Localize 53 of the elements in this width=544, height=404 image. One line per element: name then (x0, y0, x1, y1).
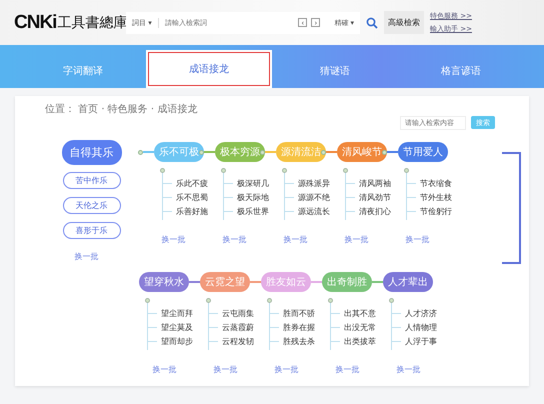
refresh-link[interactable]: 换一批 (344, 234, 368, 245)
idiom-node[interactable]: 人才辈出 (383, 272, 433, 292)
refresh-link[interactable]: 换一批 (214, 364, 238, 375)
idiom-item[interactable]: 人情物理 (405, 322, 437, 332)
idiom-item[interactable]: 人浮于事 (405, 336, 437, 346)
refresh-link[interactable]: 换一批 (222, 234, 246, 245)
idiom-item[interactable]: 出其不意 (344, 308, 376, 318)
idiom-item[interactable]: 望而却步 (161, 336, 193, 346)
idiom-item[interactable]: 胜券在握 (283, 322, 315, 332)
refresh-link[interactable]: 换一批 (396, 364, 420, 375)
idiom-node[interactable]: 节用爱人 (398, 142, 448, 162)
idiom-option[interactable]: 苦中作乐 (62, 172, 120, 189)
idiom-item[interactable]: 乐善好施 (176, 206, 208, 216)
refresh-link[interactable]: 换一批 (406, 234, 430, 245)
idiom-item[interactable]: 胜残去杀 (283, 336, 315, 346)
idiom-item[interactable]: 人才济济 (405, 308, 437, 318)
idiom-item[interactable]: 云程发轫 (222, 336, 254, 346)
idiom-item[interactable]: 出没无常 (344, 322, 376, 332)
idiom-item[interactable]: 望尘而拜 (161, 308, 193, 318)
idiom-item[interactable]: 极天际地 (237, 192, 269, 202)
idiom-item[interactable]: 极乐世界 (237, 206, 269, 216)
idiom-item[interactable]: 云蒸霞蔚 (222, 322, 254, 332)
idiom-item[interactable]: 胜而不骄 (283, 308, 315, 318)
idiom-item[interactable]: 节衣缩食 (420, 178, 452, 188)
idiom-item[interactable]: 极深研几 (237, 178, 269, 188)
search-icon[interactable] (366, 16, 378, 28)
idiom-item[interactable]: 出类拔萃 (344, 336, 376, 346)
start-idiom-node[interactable]: 自得其乐 (62, 140, 122, 164)
idiom-item[interactable]: 清风劲节 (359, 192, 391, 202)
idiom-item[interactable]: 乐不思蜀 (176, 192, 208, 202)
idiom-item[interactable]: 云屯雨集 (222, 308, 254, 318)
idiom-item[interactable]: 源殊派异 (298, 178, 330, 188)
refresh-link[interactable]: 换一批 (336, 364, 360, 375)
breadcrumb: 位置： 首页 · 特色服务 · 成语接龙 (45, 102, 198, 116)
advanced-search-button[interactable]: 高級檢索 (384, 11, 424, 34)
idiom-item[interactable]: 源源不绝 (298, 192, 330, 202)
refresh-link[interactable]: 换一批 (274, 364, 298, 375)
idiom-item[interactable]: 清风两袖 (359, 178, 391, 188)
refresh-link[interactable]: 换一批 (152, 364, 176, 375)
refresh-link[interactable]: 换一批 (284, 234, 308, 245)
refresh-link[interactable]: 换一批 (162, 234, 186, 245)
logo-text: 工具書總庫 (57, 14, 128, 32)
idiom-item[interactable]: 望尘莫及 (161, 322, 193, 332)
idiom-option[interactable]: 喜形于乐 (62, 222, 120, 239)
refresh-link[interactable]: 换一批 (74, 251, 98, 262)
idiom-option[interactable]: 天伦之乐 (62, 197, 120, 214)
idiom-item[interactable]: 乐此不疲 (176, 178, 208, 188)
idiom-item[interactable]: 源远流长 (298, 206, 330, 216)
tab[interactable]: 成语接龙 (146, 50, 272, 88)
idiom-item[interactable]: 清夜扪心 (359, 206, 391, 216)
idiom-item[interactable]: 节俭躬行 (420, 206, 452, 216)
idiom-item[interactable]: 节外生枝 (420, 192, 452, 202)
logo-mark: CNKi (14, 12, 56, 34)
